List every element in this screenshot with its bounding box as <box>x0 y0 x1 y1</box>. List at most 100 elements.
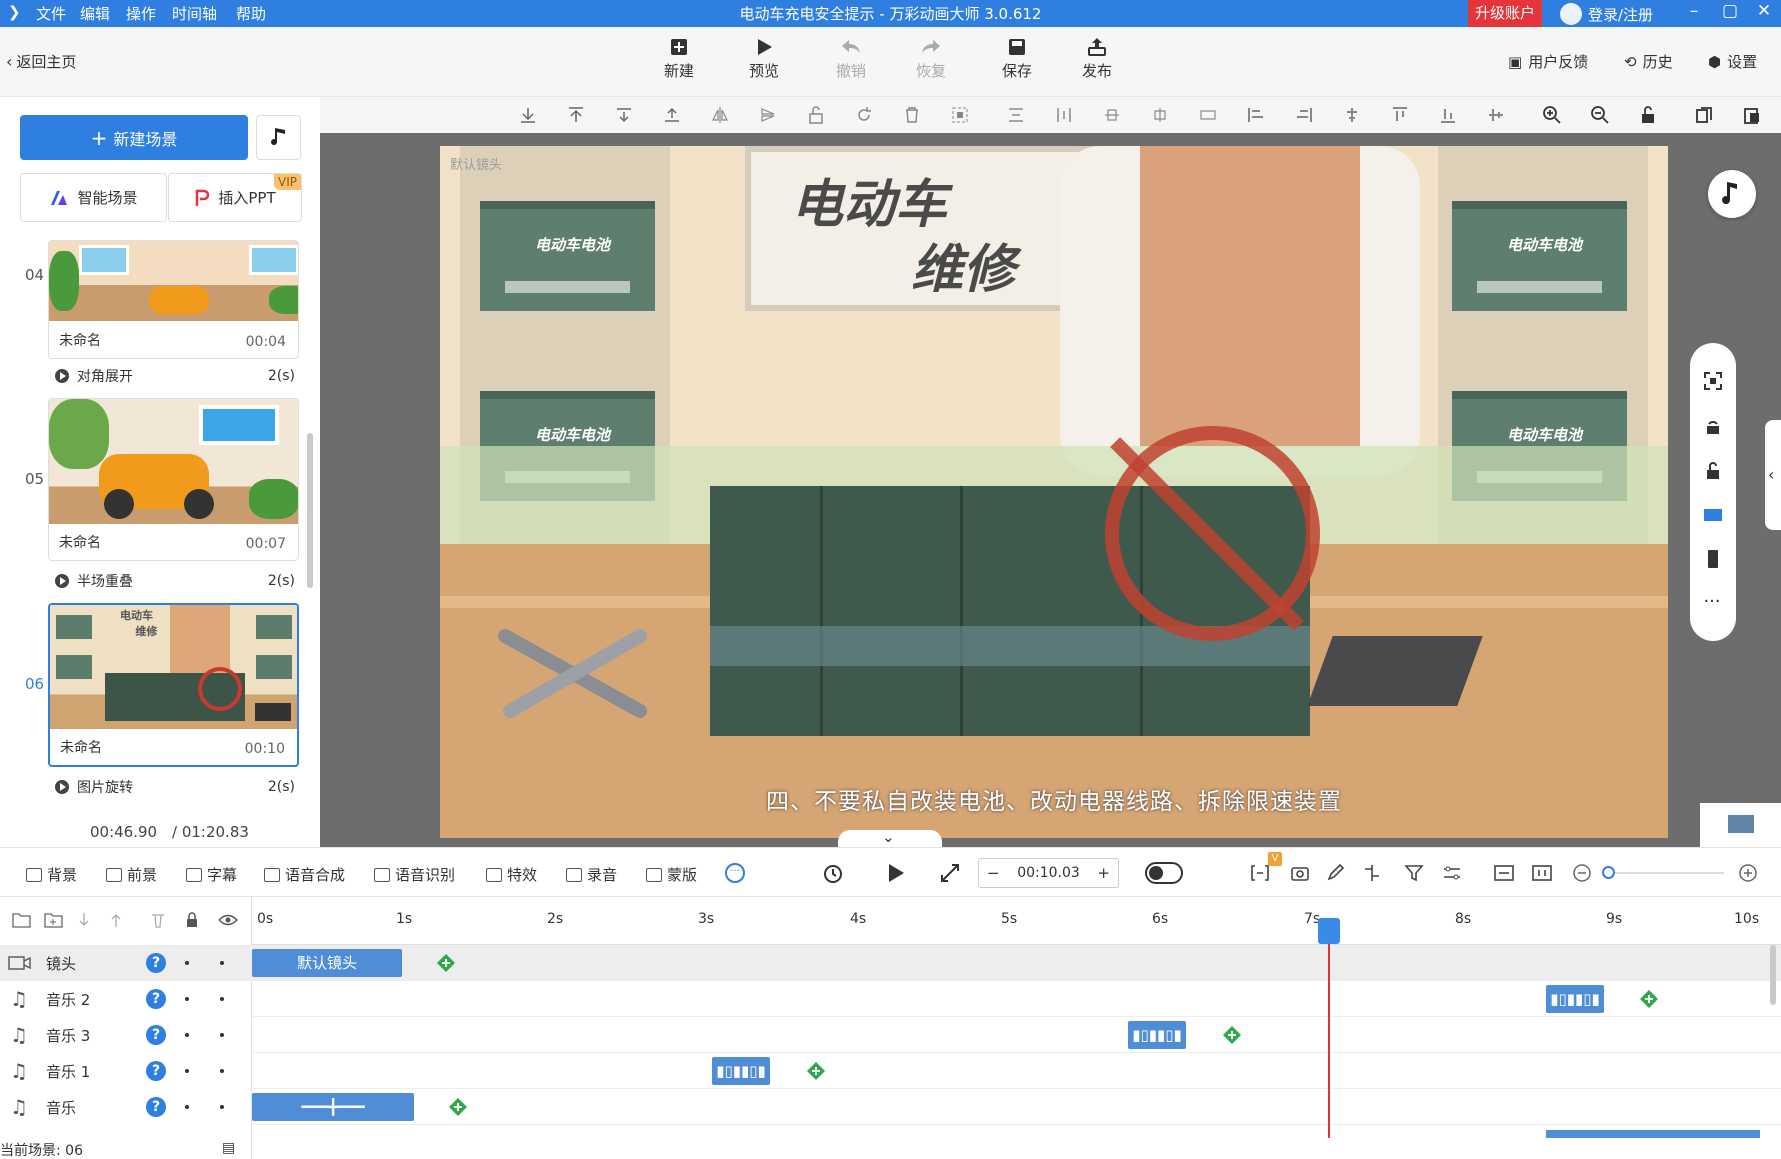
move-track-up-icon[interactable] <box>108 911 124 929</box>
time-ruler[interactable]: 0s 1s 2s 3s 4s 5s 6s 7s 8s 9s 10s <box>252 897 1781 945</box>
lock-dot[interactable] <box>185 961 189 965</box>
track-camera[interactable]: 镜头 ? <box>0 945 252 981</box>
insert-ppt-button[interactable]: 插入PPT VIP <box>168 173 302 222</box>
audio-clip[interactable]: ▮▯▮▮▯▮ <box>712 1057 770 1085</box>
visibility-dot[interactable] <box>220 1033 224 1037</box>
save-button[interactable]: 保存 <box>989 37 1045 81</box>
add-keyframe-icon[interactable] <box>1639 989 1659 1009</box>
notes-icon[interactable]: ▤ <box>222 1140 235 1156</box>
fullscreen-icon[interactable] <box>940 863 960 883</box>
collapse-bottom-panel[interactable]: ⌄ <box>838 828 942 848</box>
audio-clip[interactable]: ━━━╋━━━ <box>252 1093 414 1121</box>
new-scene-button[interactable]: + 新建场景 <box>20 115 248 160</box>
fit-width-icon[interactable] <box>1494 864 1514 882</box>
visibility-dot[interactable] <box>220 1069 224 1073</box>
scene-card-04[interactable]: 未命名 00:04 <box>48 240 299 359</box>
lane-camera[interactable]: 默认镜头 <box>252 945 1781 981</box>
login-button[interactable]: 登录/注册 <box>1560 3 1653 25</box>
tts-button[interactable]: 语音合成 <box>264 864 345 885</box>
feedback-button[interactable]: ▣ 用户反馈 <box>1508 51 1588 72</box>
minus-icon[interactable]: − <box>987 864 1000 882</box>
lane-music-2[interactable]: ▮▯▮▮▯▮ <box>252 981 1781 1017</box>
timeline-scrollbar[interactable] <box>1770 945 1776 1005</box>
ratio-icon[interactable] <box>1532 864 1552 882</box>
flip-vertical-icon[interactable] <box>758 105 778 125</box>
align-top-icon[interactable] <box>566 105 586 125</box>
track-music[interactable]: ♫ 音乐 ? <box>0 1089 252 1125</box>
split-icon[interactable] <box>1362 864 1382 882</box>
rotate-icon[interactable] <box>854 105 874 125</box>
playhead-handle[interactable] <box>1318 918 1340 944</box>
minimize-icon[interactable]: – <box>1678 1 1710 25</box>
zoom-in-icon[interactable] <box>1542 105 1562 125</box>
lock-dot[interactable] <box>185 1105 189 1109</box>
lane-music-1[interactable]: ▮▯▮▮▯▮ <box>252 1053 1781 1089</box>
move-track-down-icon[interactable] <box>76 911 92 929</box>
align-center-v-icon[interactable] <box>1102 105 1122 125</box>
lock-all-icon[interactable] <box>184 911 200 929</box>
scene-list-scrollbar[interactable] <box>307 433 313 588</box>
new-folder-icon[interactable] <box>44 911 64 929</box>
add-keyframe-icon[interactable] <box>436 953 456 973</box>
history-button[interactable]: ⟲ 历史 <box>1624 51 1673 72</box>
landscape-view-icon[interactable] <box>1703 505 1723 525</box>
back-home-button[interactable]: ‹ 返回主页 <box>6 51 76 72</box>
time-stepper[interactable]: − 00:10.03 + <box>978 858 1119 888</box>
help-icon[interactable]: ? <box>146 953 166 973</box>
background-button[interactable]: 背景 <box>26 864 77 885</box>
bgm-button[interactable] <box>1708 170 1756 218</box>
align-center-h-icon[interactable] <box>1150 105 1170 125</box>
align-left-icon[interactable] <box>1246 105 1266 125</box>
align-middle-icon[interactable] <box>1342 105 1362 125</box>
visibility-dot[interactable] <box>220 1105 224 1109</box>
settings-button[interactable]: ⬢ 设置 <box>1708 51 1757 72</box>
loop-toggle[interactable] <box>1145 862 1183 884</box>
track-music-3[interactable]: ♫ 音乐 3 ? <box>0 1017 252 1053</box>
lane-music[interactable]: ━━━╋━━━ <box>252 1089 1781 1125</box>
transition-05[interactable]: 半场重叠 2(s) <box>55 571 295 591</box>
delete-track-icon[interactable] <box>150 911 166 929</box>
artboard[interactable]: 电动车电池 电动车电池 电动车电池 电动车电池 电动车 维修 默认镜头 四、不要… <box>440 146 1668 838</box>
add-keyframe-icon[interactable] <box>1222 1025 1242 1045</box>
unlock-icon[interactable] <box>1703 461 1723 481</box>
unlock-icon[interactable] <box>806 105 826 125</box>
portrait-view-icon[interactable] <box>1703 549 1723 569</box>
play-icon[interactable] <box>884 862 906 884</box>
undo-button[interactable]: 撤销 <box>823 37 879 81</box>
camera-icon[interactable] <box>1290 864 1310 882</box>
minimap[interactable] <box>1700 803 1781 847</box>
audio-clip[interactable]: ▮▯▮▮▯▮ <box>1546 985 1604 1013</box>
redo-button[interactable]: 恢复 <box>903 37 959 81</box>
delete-icon[interactable] <box>902 105 922 125</box>
zoom-slider-handle[interactable] <box>1602 866 1615 879</box>
bracket-icon[interactable] <box>1250 864 1270 882</box>
more-options-icon[interactable]: ··· <box>725 863 745 883</box>
copy-icon[interactable] <box>1694 105 1714 125</box>
align-top-edge-icon[interactable] <box>1390 105 1410 125</box>
scene-music-button[interactable] <box>256 115 301 160</box>
asr-button[interactable]: 语音识别 <box>374 864 455 885</box>
transition-06[interactable]: 图片旋转 2(s) <box>55 777 295 797</box>
flip-horizontal-icon[interactable] <box>710 105 730 125</box>
more-icon[interactable]: ··· <box>1702 591 1722 612</box>
visibility-dot[interactable] <box>220 961 224 965</box>
align-right-icon[interactable] <box>1294 105 1314 125</box>
align-center-edge-icon[interactable] <box>1486 105 1506 125</box>
add-keyframe-icon[interactable] <box>806 1061 826 1081</box>
zoom-in-timeline-icon[interactable] <box>1738 863 1758 883</box>
new-button[interactable]: 新建 <box>651 37 707 81</box>
distribute-v-icon[interactable] <box>1054 105 1074 125</box>
lock-dot[interactable] <box>185 1033 189 1037</box>
effects-button[interactable]: 特效 <box>486 864 537 885</box>
group-icon[interactable] <box>950 105 970 125</box>
adjust-icon[interactable] <box>1442 864 1462 882</box>
edit-icon[interactable] <box>1326 864 1346 882</box>
fit-screen-icon[interactable] <box>1703 371 1723 391</box>
same-width-icon[interactable] <box>1198 105 1218 125</box>
lane-music-3[interactable]: ▮▯▮▮▯▮ <box>252 1017 1781 1053</box>
align-bottom-icon[interactable] <box>518 105 538 125</box>
add-folder-icon[interactable] <box>12 911 32 929</box>
move-down-icon[interactable] <box>614 105 634 125</box>
subtitle-text[interactable]: 四、不要私自改装电池、改动电器线路、拆除限速装置 <box>440 782 1668 816</box>
preview-button[interactable]: 预览 <box>736 37 792 81</box>
